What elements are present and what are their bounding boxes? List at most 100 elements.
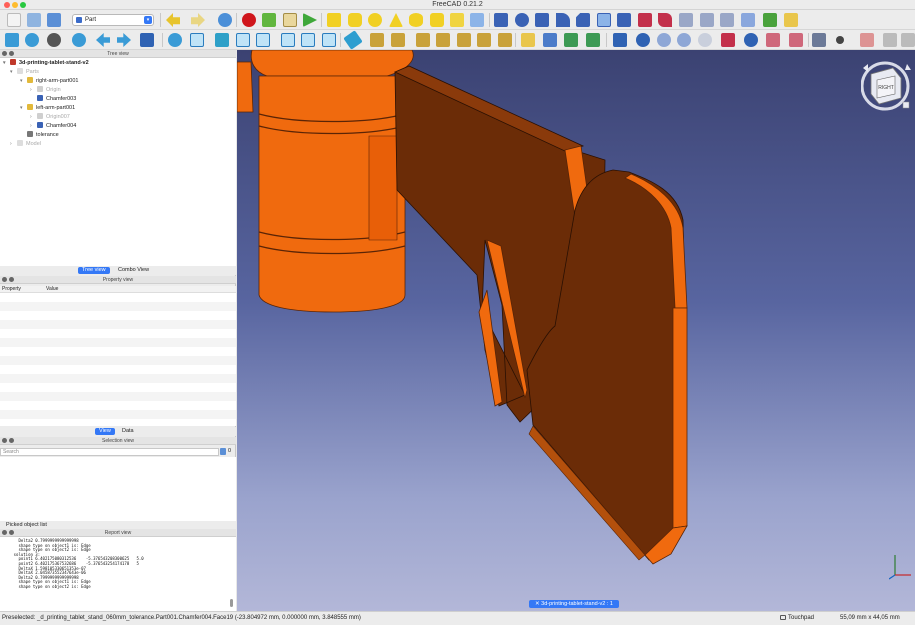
close-panel-icon[interactable] <box>2 530 7 535</box>
cut-icon[interactable] <box>636 33 650 47</box>
sphere-icon[interactable] <box>368 13 382 27</box>
revolve-icon[interactable] <box>515 13 529 27</box>
make-face-icon[interactable] <box>597 13 611 27</box>
right-view-icon[interactable] <box>256 33 270 47</box>
forward-icon[interactable] <box>117 33 131 47</box>
new-file-icon[interactable] <box>7 13 21 27</box>
tree-item-tolerance[interactable]: tolerance <box>27 131 59 140</box>
rear-view-icon[interactable] <box>281 33 295 47</box>
boolean-icon[interactable] <box>613 33 627 47</box>
undo-icon[interactable] <box>166 13 180 27</box>
tab-tree-view[interactable]: Tree view <box>78 267 110 274</box>
fillet-icon[interactable] <box>556 13 570 27</box>
refresh-icon[interactable] <box>218 13 232 27</box>
document-tab[interactable]: ✕ 3d-printing-tablet-stand-v2 : 1 <box>529 600 619 608</box>
back-icon[interactable] <box>96 33 110 47</box>
defeaturing-icon[interactable] <box>744 33 758 47</box>
ruled-surface-icon[interactable] <box>617 13 631 27</box>
section-tool-icon[interactable] <box>698 33 712 47</box>
top-view-icon[interactable] <box>236 33 250 47</box>
mirror-icon[interactable] <box>535 13 549 27</box>
draw-style-icon[interactable] <box>47 33 61 47</box>
open-file-icon[interactable] <box>27 13 41 27</box>
section-icon[interactable] <box>679 13 693 27</box>
expand-arrow-icon[interactable]: ▾ <box>20 77 23 86</box>
fuse-icon[interactable] <box>657 33 671 47</box>
color-icon[interactable] <box>784 13 798 27</box>
tree-item-chamfer003[interactable]: Chamfer003 <box>37 95 76 104</box>
measure-refresh-icon[interactable] <box>416 33 430 47</box>
close-panel-icon[interactable] <box>2 438 7 443</box>
link-make-icon[interactable] <box>586 33 600 47</box>
tree-item-right-arm[interactable]: ▾ right-arm-part001 <box>20 77 79 86</box>
toggle-3d-icon[interactable] <box>457 33 471 47</box>
tab-data[interactable]: Data <box>118 428 138 435</box>
sweep-icon[interactable] <box>658 13 672 27</box>
expand-arrow-icon[interactable]: ▾ <box>20 104 23 113</box>
selection-search-input[interactable]: Search <box>0 448 219 456</box>
what-is-this-icon[interactable] <box>812 33 826 47</box>
sketch-settings-icon[interactable] <box>836 36 844 44</box>
tree-item-origin[interactable]: › Origin <box>30 86 61 95</box>
primitives-icon[interactable] <box>450 13 464 27</box>
offset-icon[interactable] <box>720 13 734 27</box>
common-icon[interactable] <box>677 33 691 47</box>
bottom-view-icon[interactable] <box>301 33 315 47</box>
cube-icon[interactable] <box>327 13 341 27</box>
tree-item-parts[interactable]: ▾ Parts <box>10 68 39 77</box>
extrude-icon[interactable] <box>766 33 780 47</box>
expand-arrow-icon[interactable]: › <box>10 140 12 149</box>
navcube-arrow-icon[interactable] <box>863 64 868 72</box>
tree-item-origin007[interactable]: › Origin007 <box>30 113 70 122</box>
float-panel-icon[interactable] <box>9 530 14 535</box>
torus-icon[interactable] <box>409 13 423 27</box>
run-macro-icon[interactable] <box>303 13 317 27</box>
expand-arrow-icon[interactable]: ▾ <box>10 68 13 77</box>
measure-clear-icon[interactable] <box>436 33 450 47</box>
tree-item-document[interactable]: ▾ 3d-printing-tablet-stand-v2 <box>3 59 89 68</box>
projection-icon[interactable] <box>763 13 777 27</box>
tube-icon[interactable] <box>430 13 444 27</box>
3d-viewport[interactable]: RIGHT ✕ 3d-printing-tablet-stand-v2 : 1 <box>237 50 915 611</box>
stereo-icon[interactable] <box>72 33 86 47</box>
float-panel-icon[interactable] <box>9 51 14 56</box>
cone-icon[interactable] <box>389 13 403 27</box>
float-panel-icon[interactable] <box>9 277 14 282</box>
isometric-icon[interactable] <box>190 33 204 47</box>
expand-arrow-icon[interactable]: ▾ <box>3 59 6 68</box>
tab-combo-view[interactable]: Combo View <box>114 267 153 274</box>
clear-search-icon[interactable] <box>220 448 226 455</box>
expand-arrow-icon[interactable]: › <box>30 122 32 131</box>
measure-icon[interactable] <box>343 30 363 50</box>
navcube-arrow-icon[interactable] <box>905 64 911 70</box>
save-icon[interactable] <box>47 13 61 27</box>
float-panel-icon[interactable] <box>9 438 14 443</box>
copy-icon[interactable] <box>883 33 897 47</box>
part-icon[interactable] <box>521 33 535 47</box>
close-panel-icon[interactable] <box>2 277 7 282</box>
measure-angular-icon[interactable] <box>391 33 405 47</box>
stop-macro-icon[interactable] <box>262 13 276 27</box>
navcube-menu-icon[interactable] <box>902 101 910 109</box>
cylinder-icon[interactable] <box>348 13 362 27</box>
expand-arrow-icon[interactable]: › <box>30 113 32 122</box>
tree-item-left-arm[interactable]: ▾ left-arm-part001 <box>20 104 75 113</box>
measure-icon-2[interactable] <box>498 33 512 47</box>
link-icon[interactable] <box>564 33 578 47</box>
navigation-style-button[interactable]: Touchpad <box>780 612 814 625</box>
std-view-fit-icon[interactable] <box>5 33 19 47</box>
report-scrollbar[interactable] <box>230 599 233 607</box>
tab-view[interactable]: View <box>95 428 115 435</box>
navigation-cube[interactable]: RIGHT <box>861 58 911 112</box>
record-macro-icon[interactable] <box>242 13 256 27</box>
close-panel-icon[interactable] <box>2 51 7 56</box>
redo-icon[interactable] <box>191 13 205 27</box>
workbench-nav-icon[interactable] <box>140 33 154 47</box>
fit-selection-icon[interactable] <box>25 33 39 47</box>
tree-item-model[interactable]: › Model <box>10 140 41 149</box>
group-icon[interactable] <box>543 33 557 47</box>
cut-clip-icon[interactable] <box>860 33 874 47</box>
refine-icon[interactable] <box>789 33 803 47</box>
tree-item-chamfer004[interactable]: › Chamfer004 <box>30 122 76 131</box>
zoom-icon[interactable] <box>168 33 182 47</box>
